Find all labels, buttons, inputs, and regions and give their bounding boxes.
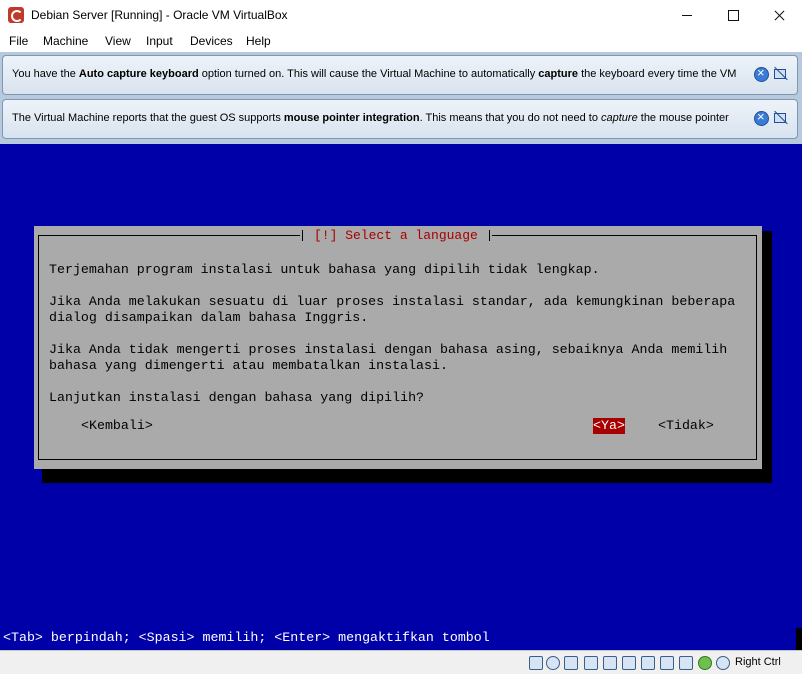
usb-icon[interactable]	[603, 656, 617, 670]
back-button[interactable]: <Kembali>	[81, 418, 153, 434]
close-button[interactable]	[756, 0, 802, 31]
dialog-text-line: Jika Anda tidak mengerti proses instalas…	[49, 342, 728, 357]
keyboard-capture-notice: You have the Auto capture keyboard optio…	[2, 55, 798, 95]
audio-icon[interactable]	[564, 656, 578, 670]
installer-help-line: <Tab> berpindah; <Spasi> memilih; <Enter…	[3, 630, 490, 645]
keyboard-capture-icon[interactable]	[716, 656, 730, 670]
video-capture-icon[interactable]	[660, 656, 674, 670]
network-icon[interactable]	[584, 656, 598, 670]
no-button[interactable]: <Tidak>	[658, 418, 714, 434]
do-not-show-again-icon[interactable]	[772, 110, 788, 126]
menu-machine[interactable]: Machine	[43, 34, 88, 48]
menu-view[interactable]: View	[105, 34, 131, 48]
maximize-button[interactable]	[710, 0, 756, 31]
dialog-text-line: bahasa yang dimengerti atau membatalkan …	[49, 358, 448, 373]
notification-area: You have the Auto capture keyboard optio…	[0, 52, 802, 144]
window-title: Debian Server [Running] - Oracle VM Virt…	[31, 8, 288, 22]
host-key-label: Right Ctrl	[735, 656, 781, 668]
vm-display[interactable]: [!] Select a language Terjemahan program…	[0, 144, 802, 650]
close-notice-icon[interactable]	[754, 109, 769, 126]
minimize-button[interactable]	[664, 0, 710, 31]
title-bar: Debian Server [Running] - Oracle VM Virt…	[0, 0, 802, 31]
yes-button[interactable]: <Ya>	[593, 418, 625, 434]
menu-bar: File Machine View Input Devices Help	[0, 31, 802, 52]
cpu-icon[interactable]	[679, 656, 693, 670]
installer-dialog: [!] Select a language Terjemahan program…	[34, 226, 762, 469]
menu-devices[interactable]: Devices	[190, 34, 233, 48]
notice-text: The Virtual Machine reports that the gue…	[12, 112, 729, 124]
virtualbox-icon	[8, 7, 24, 23]
close-notice-icon[interactable]	[754, 65, 769, 82]
mouse-integration-icon[interactable]	[698, 656, 712, 670]
dialog-text-line: Terjemahan program instalasi untuk bahas…	[49, 262, 600, 277]
menu-input[interactable]: Input	[146, 34, 173, 48]
menu-file[interactable]: File	[9, 34, 28, 48]
menu-help[interactable]: Help	[246, 34, 271, 48]
vm-edge	[796, 628, 802, 650]
optical-drive-icon[interactable]	[546, 656, 560, 670]
dialog-title: [!] Select a language	[300, 228, 492, 244]
shared-folders-icon[interactable]	[622, 656, 636, 670]
display-icon[interactable]	[641, 656, 655, 670]
hard-disk-icon[interactable]	[529, 656, 543, 670]
dialog-text-line: dialog disampaikan dalam bahasa Inggris.	[49, 310, 369, 325]
dialog-text-line: Jika Anda melakukan sesuatu di luar pros…	[49, 294, 736, 309]
mouse-integration-notice: The Virtual Machine reports that the gue…	[2, 99, 798, 139]
notice-text: You have the Auto capture keyboard optio…	[12, 68, 737, 80]
do-not-show-again-icon[interactable]	[772, 66, 788, 82]
status-bar: Right Ctrl	[0, 650, 802, 674]
dialog-question: Lanjutkan instalasi dengan bahasa yang d…	[49, 390, 425, 405]
